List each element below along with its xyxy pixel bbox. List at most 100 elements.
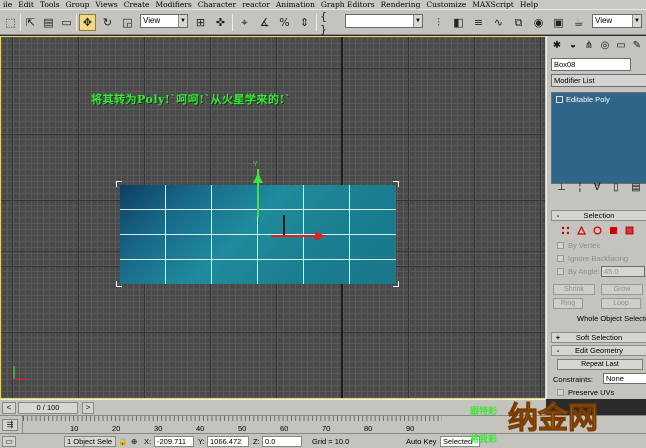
constraints-dropdown[interactable]: None bbox=[603, 373, 646, 384]
move-gizmo-center[interactable] bbox=[283, 215, 285, 237]
auto-key-label[interactable]: Auto Key bbox=[406, 437, 436, 446]
menu-animation[interactable]: Animation bbox=[273, 0, 318, 9]
time-slider-prev-button[interactable]: < bbox=[2, 402, 16, 414]
select-object-icon[interactable]: ⬚ bbox=[2, 14, 19, 31]
hierarchy-tab-icon[interactable]: ⋔ bbox=[581, 38, 597, 54]
absolute-mode-icon[interactable]: ⊕ bbox=[131, 437, 137, 446]
render-type-dropdown[interactable]: View ▼ bbox=[592, 14, 642, 28]
ignore-backfacing-checkbox[interactable] bbox=[557, 255, 564, 262]
menu-modifiers[interactable]: Modifiers bbox=[152, 0, 194, 9]
preserve-uvs-checkbox[interactable] bbox=[557, 389, 564, 396]
time-slider[interactable]: < 0 / 100 > bbox=[0, 399, 546, 415]
select-and-move-icon[interactable]: ✥ bbox=[79, 14, 96, 31]
object-name-field[interactable]: Box08 bbox=[551, 58, 631, 71]
ring-button[interactable]: Ring bbox=[553, 298, 583, 309]
toolbar-separator bbox=[316, 14, 317, 31]
menu-rendering[interactable]: Rendering bbox=[378, 0, 424, 9]
time-slider-thumb[interactable]: 0 / 100 bbox=[18, 402, 78, 414]
menu-graph-editors[interactable]: Graph Editors bbox=[318, 0, 378, 9]
move-gizmo-y-arrow[interactable] bbox=[253, 173, 263, 183]
schematic-view-icon[interactable]: ⧉ bbox=[510, 14, 527, 31]
select-and-manipulate-icon[interactable]: ✜ bbox=[212, 14, 229, 31]
layer-manager-icon[interactable]: ≡ bbox=[470, 14, 487, 31]
time-slider-next-button[interactable]: > bbox=[82, 402, 94, 414]
track-bar-icon[interactable]: ⇶ bbox=[2, 419, 18, 431]
z-coordinate-input[interactable]: 0.0 bbox=[262, 436, 302, 447]
menu-tools[interactable]: Tools bbox=[37, 0, 63, 9]
named-selection-icon[interactable]: { } bbox=[320, 10, 337, 36]
modifier-list-dropdown[interactable]: Modifier List bbox=[551, 74, 646, 87]
quick-render-icon[interactable]: ☕ bbox=[570, 14, 587, 31]
repeat-last-button[interactable]: Repeat Last bbox=[557, 359, 643, 370]
edit-geometry-rollout-header[interactable]: - Edit Geometry bbox=[551, 345, 646, 356]
border-mode-icon[interactable] bbox=[593, 226, 602, 235]
selection-rollout-header[interactable]: - Selection bbox=[551, 210, 646, 221]
vertex-mode-icon[interactable] bbox=[561, 226, 570, 235]
utilities-tab-icon[interactable]: ✎ bbox=[629, 38, 645, 54]
angle-spinner[interactable]: 45.0 bbox=[601, 266, 645, 277]
snap-toggle-icon[interactable]: ⌖ bbox=[236, 14, 253, 31]
edge-mode-icon[interactable] bbox=[577, 226, 586, 235]
world-axis-icon bbox=[13, 366, 27, 380]
pin-stack-icon[interactable]: ⊥ bbox=[557, 182, 566, 196]
poly-edge bbox=[120, 259, 396, 260]
menu-help[interactable]: Help bbox=[517, 0, 541, 9]
configure-sets-icon[interactable]: ▤ bbox=[631, 182, 640, 196]
make-unique-icon[interactable]: ∀ bbox=[594, 182, 601, 196]
by-vertex-checkbox[interactable] bbox=[557, 242, 564, 249]
modifier-stack-item[interactable]: Editable Poly bbox=[554, 95, 646, 105]
percent-snap-icon[interactable]: % bbox=[276, 14, 293, 31]
curve-editor-icon[interactable]: ∿ bbox=[490, 14, 507, 31]
angle-snap-icon[interactable]: ∡ bbox=[256, 14, 273, 31]
y-coordinate-label: Y: bbox=[198, 437, 205, 446]
modifier-stack[interactable]: Editable Poly bbox=[551, 92, 646, 184]
menu-edit[interactable]: Edit bbox=[15, 0, 37, 9]
loop-button[interactable]: Loop bbox=[601, 298, 641, 309]
y-coordinate-input[interactable]: 1066.472 bbox=[207, 436, 249, 447]
menu-views[interactable]: Views bbox=[92, 0, 120, 9]
select-arrow-icon[interactable]: ⇱ bbox=[22, 14, 39, 31]
create-tab-icon[interactable]: ✱ bbox=[549, 38, 565, 54]
menu-create[interactable]: Create bbox=[121, 0, 153, 9]
viewport-top[interactable]: 将其转为Poly!`呵呵!`从火星学来的!` Y bbox=[0, 36, 546, 399]
render-scene-icon[interactable]: ▣ bbox=[550, 14, 567, 31]
align-icon[interactable]: ◧ bbox=[450, 14, 467, 31]
display-tab-icon[interactable]: ▭ bbox=[613, 38, 629, 54]
menu-file[interactable]: ile bbox=[0, 0, 15, 9]
modify-tab-icon[interactable]: ◒ bbox=[565, 38, 581, 54]
select-and-scale-icon[interactable]: ◲ bbox=[119, 14, 136, 31]
motion-tab-icon[interactable]: ◎ bbox=[597, 38, 613, 54]
mirror-icon[interactable]: ⫶ bbox=[430, 14, 447, 31]
named-selection-set-dropdown[interactable]: ▼ bbox=[345, 14, 423, 28]
polygon-mode-icon[interactable] bbox=[609, 226, 618, 235]
select-by-name-icon[interactable]: ▤ bbox=[40, 14, 57, 31]
show-end-result-icon[interactable]: ¦ bbox=[579, 182, 582, 196]
lock-selection-icon[interactable]: 🔒 bbox=[118, 437, 127, 446]
render-type-value: View bbox=[595, 16, 613, 25]
element-mode-icon[interactable] bbox=[625, 226, 634, 235]
remove-modifier-icon[interactable]: ▯ bbox=[613, 182, 619, 196]
use-pivot-center-icon[interactable]: ⊞ bbox=[192, 14, 209, 31]
menu-reactor[interactable]: reactor bbox=[239, 0, 273, 9]
menu-group[interactable]: Group bbox=[63, 0, 93, 9]
menu-character[interactable]: Character bbox=[195, 0, 239, 9]
grow-button[interactable]: Grow bbox=[601, 284, 643, 295]
chevron-down-icon: ▼ bbox=[413, 15, 422, 27]
spinner-snap-icon[interactable]: ⇕ bbox=[296, 14, 313, 31]
menu-maxscript[interactable]: MAXScript bbox=[469, 0, 517, 9]
select-and-rotate-icon[interactable]: ↻ bbox=[99, 14, 116, 31]
move-gizmo-x-arrow[interactable] bbox=[315, 231, 325, 241]
soft-selection-rollout-header[interactable]: + Soft Selection bbox=[551, 332, 646, 343]
expand-toggle-icon[interactable] bbox=[556, 96, 563, 103]
by-angle-checkbox[interactable] bbox=[557, 268, 564, 275]
material-editor-icon[interactable]: ◉ bbox=[530, 14, 547, 31]
selection-region-icon[interactable]: ▭ bbox=[58, 14, 75, 31]
shrink-button[interactable]: Shrink bbox=[553, 284, 595, 295]
x-coordinate-input[interactable]: -209.711 bbox=[154, 436, 194, 447]
by-vertex-label: By Vertex bbox=[568, 241, 601, 250]
menu-customize[interactable]: Customize bbox=[423, 0, 469, 9]
reference-coordinate-dropdown[interactable]: View ▼ bbox=[140, 14, 188, 28]
modifier-stack-item-label: Editable Poly bbox=[566, 95, 610, 104]
track-bar-ruler[interactable] bbox=[22, 416, 442, 434]
maxscript-listener-icon[interactable]: ▭ bbox=[2, 436, 16, 447]
